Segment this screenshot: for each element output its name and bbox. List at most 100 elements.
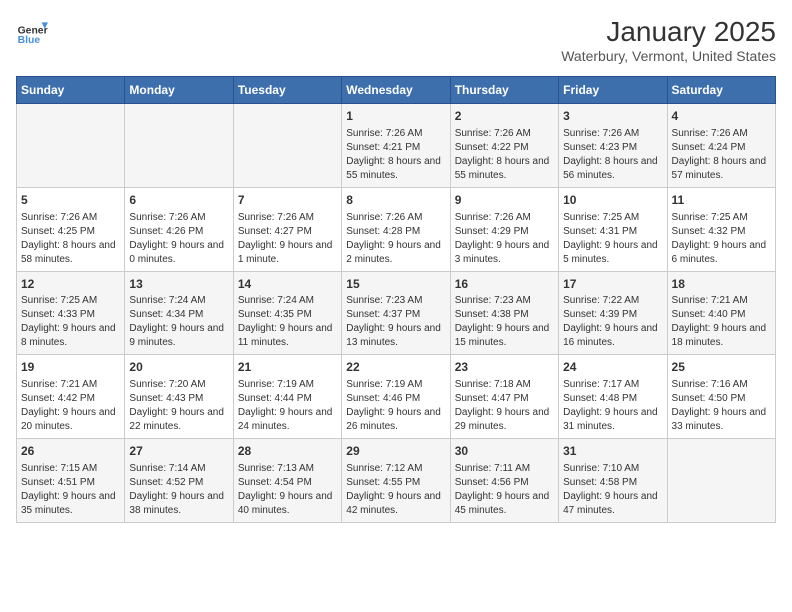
day-info: Sunrise: 7:22 AM Sunset: 4:39 PM Dayligh…	[563, 294, 662, 350]
day-number: 19	[21, 359, 120, 376]
day-info: Sunrise: 7:18 AM Sunset: 4:47 PM Dayligh…	[455, 378, 554, 434]
calendar-cell: 14Sunrise: 7:24 AM Sunset: 4:35 PM Dayli…	[233, 271, 341, 355]
calendar-cell: 27Sunrise: 7:14 AM Sunset: 4:52 PM Dayli…	[125, 439, 233, 523]
day-number: 27	[129, 443, 228, 460]
day-info: Sunrise: 7:15 AM Sunset: 4:51 PM Dayligh…	[21, 462, 120, 518]
day-number: 28	[238, 443, 337, 460]
calendar-cell	[17, 104, 125, 188]
day-info: Sunrise: 7:12 AM Sunset: 4:55 PM Dayligh…	[346, 462, 445, 518]
calendar-cell: 20Sunrise: 7:20 AM Sunset: 4:43 PM Dayli…	[125, 355, 233, 439]
calendar-cell: 16Sunrise: 7:23 AM Sunset: 4:38 PM Dayli…	[450, 271, 558, 355]
day-number: 31	[563, 443, 662, 460]
calendar-cell: 18Sunrise: 7:21 AM Sunset: 4:40 PM Dayli…	[667, 271, 775, 355]
day-number: 2	[455, 108, 554, 125]
weekday-header: Sunday	[17, 77, 125, 104]
weekday-header: Friday	[559, 77, 667, 104]
calendar-cell: 24 Sunrise: 7:17 AM Sunset: 4:48 PM Dayli…	[559, 355, 667, 439]
day-number: 15	[346, 276, 445, 293]
calendar-week-row: 26 Sunrise: 7:15 AM Sunset: 4:51 PM Dayli…	[17, 439, 776, 523]
day-number: 24	[563, 359, 662, 376]
calendar-cell: 31 Sunrise: 7:10 AM Sunset: 4:58 PM Dayli…	[559, 439, 667, 523]
weekday-header-row: SundayMondayTuesdayWednesdayThursdayFrid…	[17, 77, 776, 104]
calendar-cell: 26 Sunrise: 7:15 AM Sunset: 4:51 PM Dayli…	[17, 439, 125, 523]
calendar-week-row: 19 Sunrise: 7:21 AM Sunset: 4:42 PM Dayli…	[17, 355, 776, 439]
day-number: 6	[129, 192, 228, 209]
day-info: Sunrise: 7:10 AM Sunset: 4:58 PM Dayligh…	[563, 462, 662, 518]
day-info: Sunrise: 7:26 AM Sunset: 4:25 PM Dayligh…	[21, 211, 120, 267]
calendar-cell	[125, 104, 233, 188]
logo: General Blue	[16, 16, 48, 48]
day-info: Sunrise: 7:19 AM Sunset: 4:46 PM Dayligh…	[346, 378, 445, 434]
day-info: Sunrise: 7:26 AM Sunset: 4:27 PM Dayligh…	[238, 211, 337, 267]
day-info: Sunrise: 7:26 AM Sunset: 4:22 PM Dayligh…	[455, 127, 554, 183]
day-info: Sunrise: 7:19 AM Sunset: 4:44 PM Dayligh…	[238, 378, 337, 434]
calendar-subtitle: Waterbury, Vermont, United States	[561, 48, 776, 64]
day-info: Sunrise: 7:17 AM Sunset: 4:48 PM Dayligh…	[563, 378, 662, 434]
calendar-cell	[667, 439, 775, 523]
day-info: Sunrise: 7:24 AM Sunset: 4:35 PM Dayligh…	[238, 294, 337, 350]
day-info: Sunrise: 7:20 AM Sunset: 4:43 PM Dayligh…	[129, 378, 228, 434]
calendar-cell: 28 Sunrise: 7:13 AM Sunset: 4:54 PM Dayli…	[233, 439, 341, 523]
day-info: Sunrise: 7:21 AM Sunset: 4:42 PM Dayligh…	[21, 378, 120, 434]
weekday-header: Tuesday	[233, 77, 341, 104]
day-number: 17	[563, 276, 662, 293]
day-number: 16	[455, 276, 554, 293]
calendar-cell: 2 Sunrise: 7:26 AM Sunset: 4:22 PM Daylig…	[450, 104, 558, 188]
day-info: Sunrise: 7:26 AM Sunset: 4:21 PM Dayligh…	[346, 127, 445, 183]
calendar-cell: 1 Sunrise: 7:26 AM Sunset: 4:21 PM Daylig…	[342, 104, 450, 188]
weekday-header: Saturday	[667, 77, 775, 104]
weekday-header: Wednesday	[342, 77, 450, 104]
calendar-cell: 8 Sunrise: 7:26 AM Sunset: 4:28 PM Daylig…	[342, 187, 450, 271]
day-number: 23	[455, 359, 554, 376]
calendar-cell: 23 Sunrise: 7:18 AM Sunset: 4:47 PM Dayli…	[450, 355, 558, 439]
page-header: General Blue January 2025 Waterbury, Ver…	[16, 16, 776, 64]
calendar-cell: 17Sunrise: 7:22 AM Sunset: 4:39 PM Dayli…	[559, 271, 667, 355]
day-number: 21	[238, 359, 337, 376]
calendar-cell	[233, 104, 341, 188]
day-number: 26	[21, 443, 120, 460]
day-info: Sunrise: 7:24 AM Sunset: 4:34 PM Dayligh…	[129, 294, 228, 350]
calendar-cell: 12Sunrise: 7:25 AM Sunset: 4:33 PM Dayli…	[17, 271, 125, 355]
day-number: 11	[672, 192, 771, 209]
day-number: 14	[238, 276, 337, 293]
calendar-cell: 6Sunrise: 7:26 AM Sunset: 4:26 PM Daylig…	[125, 187, 233, 271]
calendar-cell: 25Sunrise: 7:16 AM Sunset: 4:50 PM Dayli…	[667, 355, 775, 439]
day-number: 30	[455, 443, 554, 460]
day-info: Sunrise: 7:26 AM Sunset: 4:29 PM Dayligh…	[455, 211, 554, 267]
day-number: 25	[672, 359, 771, 376]
calendar-cell: 13Sunrise: 7:24 AM Sunset: 4:34 PM Dayli…	[125, 271, 233, 355]
day-number: 3	[563, 108, 662, 125]
day-number: 1	[346, 108, 445, 125]
day-number: 8	[346, 192, 445, 209]
day-info: Sunrise: 7:25 AM Sunset: 4:32 PM Dayligh…	[672, 211, 771, 267]
day-info: Sunrise: 7:23 AM Sunset: 4:38 PM Dayligh…	[455, 294, 554, 350]
title-block: January 2025 Waterbury, Vermont, United …	[561, 16, 776, 64]
calendar-cell: 4 Sunrise: 7:26 AM Sunset: 4:24 PM Daylig…	[667, 104, 775, 188]
calendar-cell: 11 Sunrise: 7:25 AM Sunset: 4:32 PM Dayli…	[667, 187, 775, 271]
calendar-cell: 7 Sunrise: 7:26 AM Sunset: 4:27 PM Daylig…	[233, 187, 341, 271]
day-number: 18	[672, 276, 771, 293]
day-number: 9	[455, 192, 554, 209]
day-number: 7	[238, 192, 337, 209]
calendar-cell: 3 Sunrise: 7:26 AM Sunset: 4:23 PM Daylig…	[559, 104, 667, 188]
day-info: Sunrise: 7:25 AM Sunset: 4:31 PM Dayligh…	[563, 211, 662, 267]
logo-icon: General Blue	[16, 16, 48, 48]
day-info: Sunrise: 7:26 AM Sunset: 4:28 PM Dayligh…	[346, 211, 445, 267]
day-number: 4	[672, 108, 771, 125]
day-info: Sunrise: 7:13 AM Sunset: 4:54 PM Dayligh…	[238, 462, 337, 518]
calendar-cell: 9 Sunrise: 7:26 AM Sunset: 4:29 PM Daylig…	[450, 187, 558, 271]
calendar-table: SundayMondayTuesdayWednesdayThursdayFrid…	[16, 76, 776, 523]
calendar-cell: 19 Sunrise: 7:21 AM Sunset: 4:42 PM Dayli…	[17, 355, 125, 439]
day-number: 5	[21, 192, 120, 209]
day-info: Sunrise: 7:26 AM Sunset: 4:24 PM Dayligh…	[672, 127, 771, 183]
day-number: 12	[21, 276, 120, 293]
weekday-header: Monday	[125, 77, 233, 104]
calendar-cell: 30Sunrise: 7:11 AM Sunset: 4:56 PM Dayli…	[450, 439, 558, 523]
weekday-header: Thursday	[450, 77, 558, 104]
calendar-cell: 29Sunrise: 7:12 AM Sunset: 4:55 PM Dayli…	[342, 439, 450, 523]
day-info: Sunrise: 7:26 AM Sunset: 4:23 PM Dayligh…	[563, 127, 662, 183]
day-info: Sunrise: 7:23 AM Sunset: 4:37 PM Dayligh…	[346, 294, 445, 350]
calendar-cell: 22Sunrise: 7:19 AM Sunset: 4:46 PM Dayli…	[342, 355, 450, 439]
calendar-cell: 5 Sunrise: 7:26 AM Sunset: 4:25 PM Daylig…	[17, 187, 125, 271]
day-info: Sunrise: 7:25 AM Sunset: 4:33 PM Dayligh…	[21, 294, 120, 350]
